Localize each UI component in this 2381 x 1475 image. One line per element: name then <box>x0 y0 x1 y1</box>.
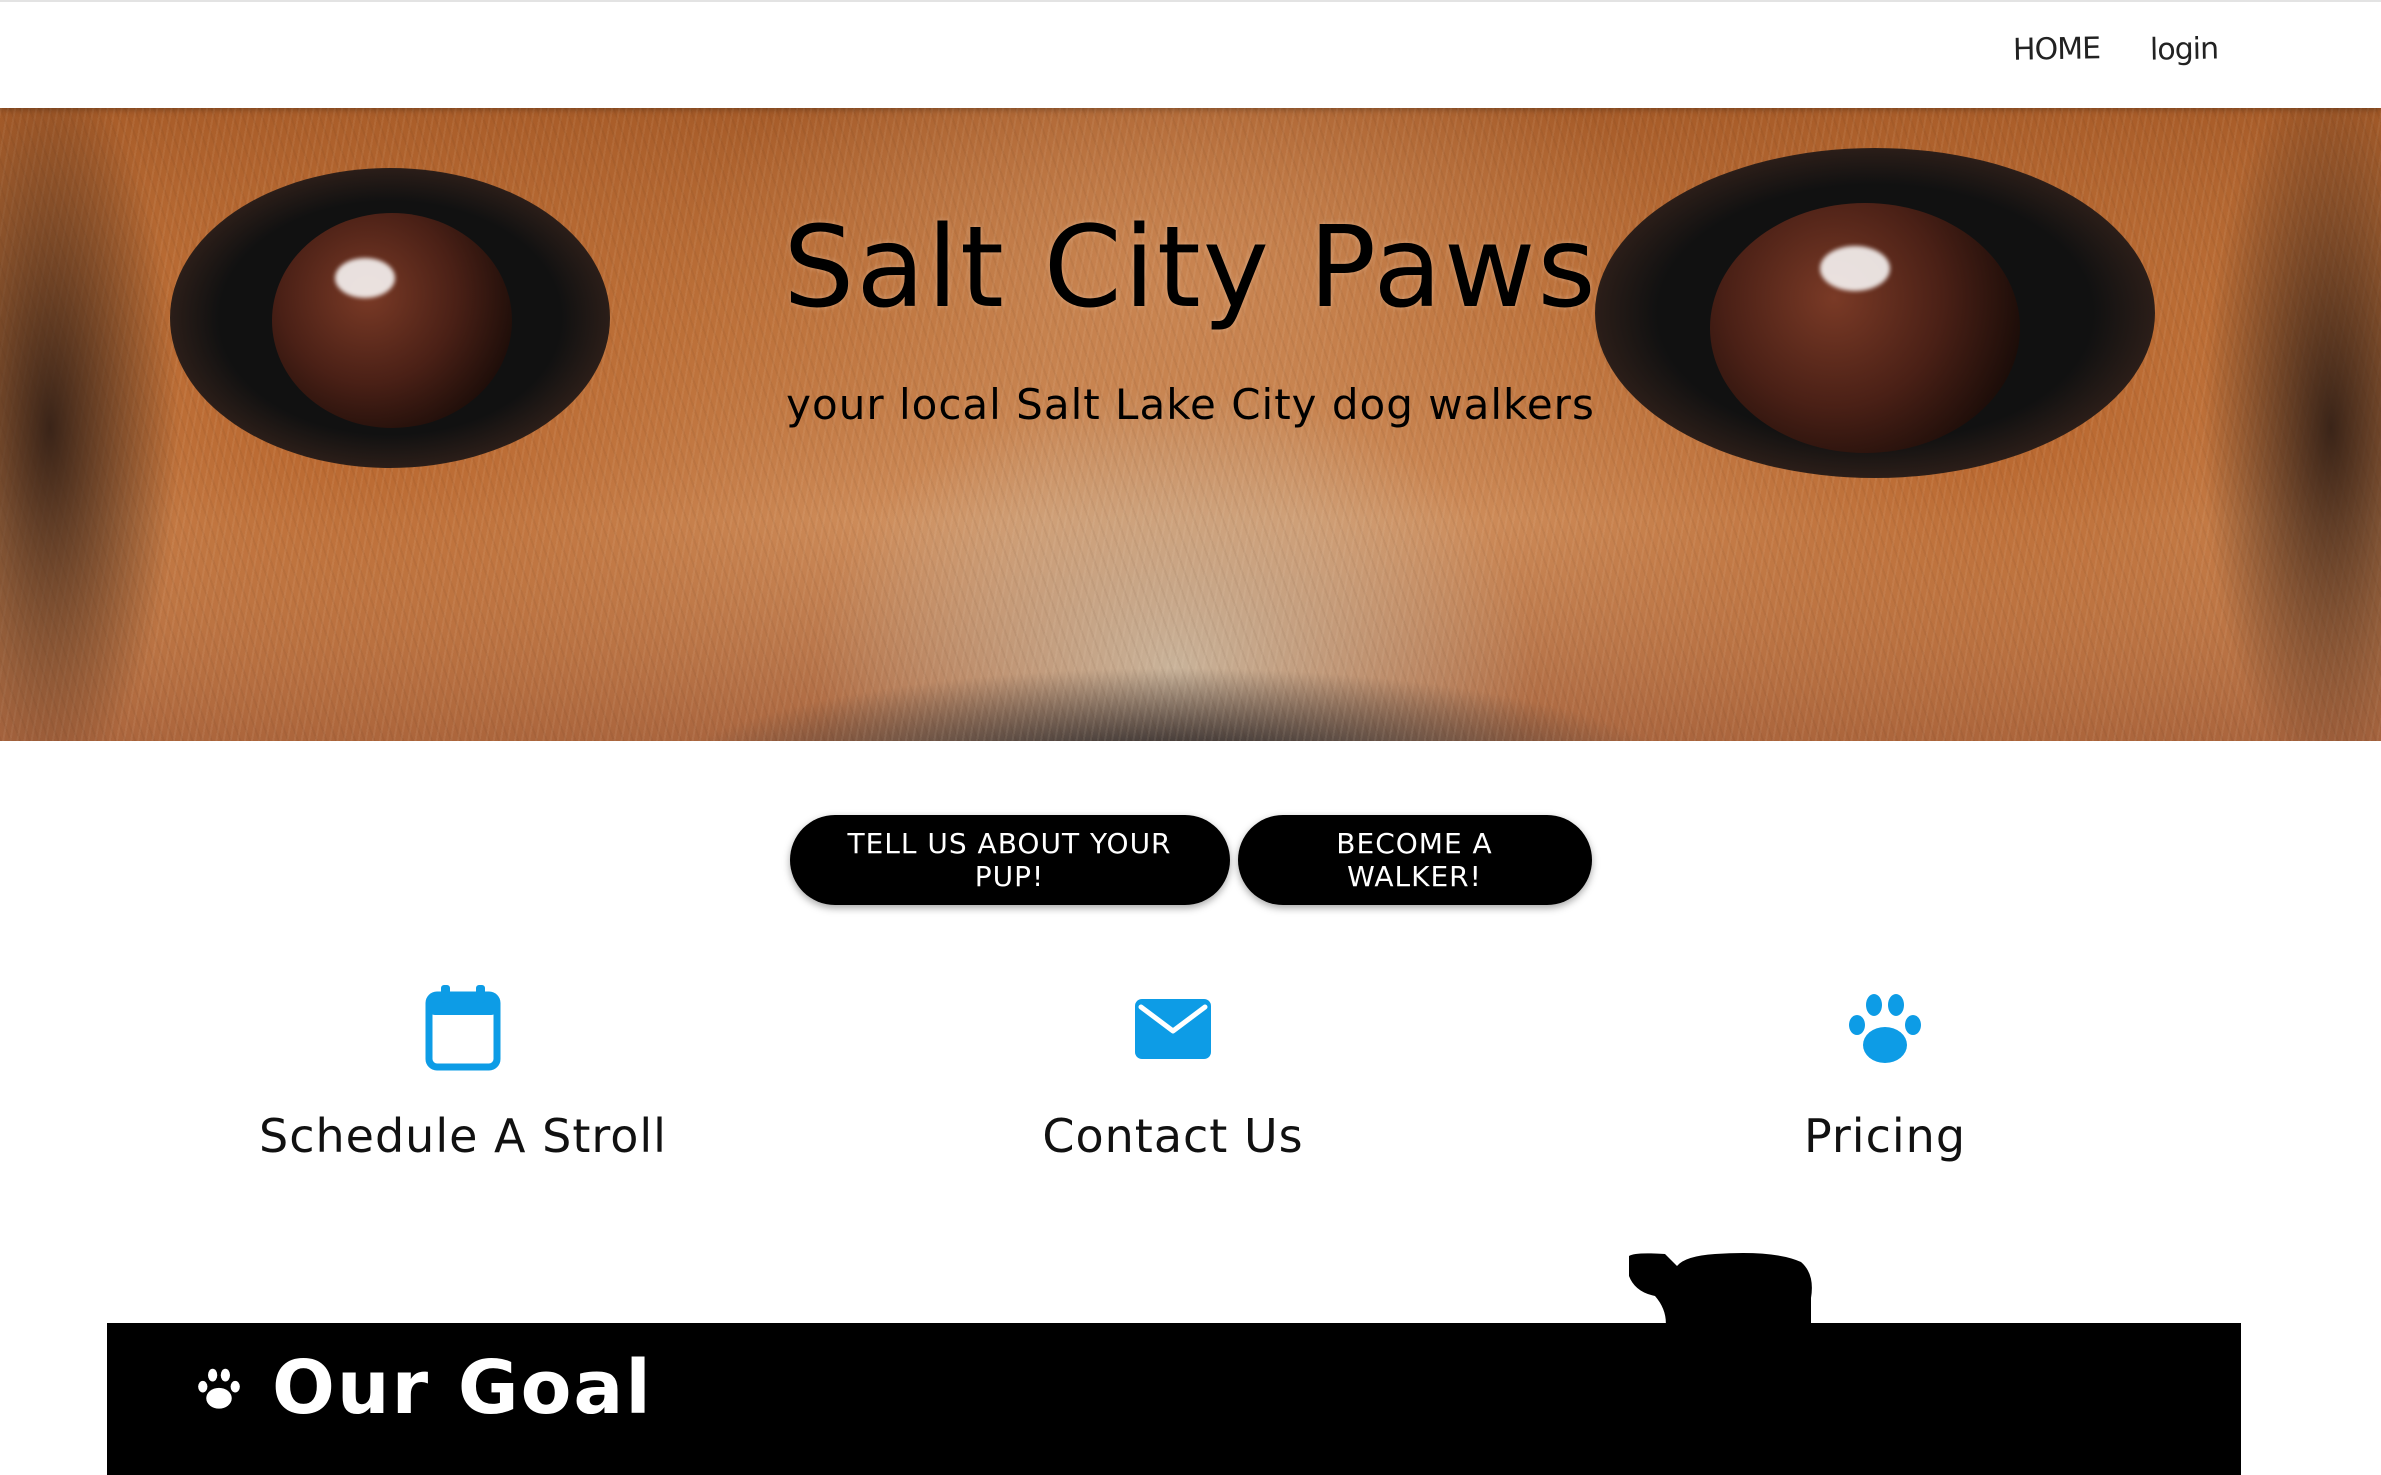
our-goal-section: Our Goal <box>107 1323 2241 1475</box>
feature-pricing-label[interactable]: Pricing <box>1585 1109 2185 1163</box>
nav-home-link[interactable]: HOME <box>2013 31 2101 68</box>
calendar-icon <box>425 985 501 1071</box>
envelope-icon <box>1135 999 1211 1059</box>
nav-links: HOME login <box>2013 31 2219 68</box>
tell-us-about-your-pup-button[interactable]: TELL US ABOUT YOUR PUP! <box>789 815 1230 905</box>
feature-schedule-label[interactable]: Schedule A Stroll <box>163 1109 763 1163</box>
our-goal-heading: Our Goal <box>272 1345 653 1431</box>
feature-schedule[interactable]: Schedule A Stroll <box>163 985 763 1163</box>
site-tagline: your local Salt Lake City dog walkers <box>786 380 1595 429</box>
feature-pricing[interactable]: Pricing <box>1585 985 2185 1163</box>
nav-login-link[interactable]: login <box>2150 31 2219 67</box>
feature-contact[interactable]: Contact Us <box>873 985 1473 1163</box>
decorative-dog-silhouette <box>1629 1253 1812 1332</box>
paw-icon <box>198 1368 240 1409</box>
hero-banner: Salt City Paws your local Salt Lake City… <box>0 108 2381 741</box>
site-title: Salt City Paws <box>783 203 1598 333</box>
become-a-walker-button[interactable]: BECOME A WALKER! <box>1237 815 1592 905</box>
feature-contact-label[interactable]: Contact Us <box>873 1109 1473 1163</box>
cta-button-row: TELL US ABOUT YOUR PUP! BECOME A WALKER! <box>0 815 2381 905</box>
top-navbar: HOME login <box>0 0 2381 108</box>
paw-icon <box>1849 994 1921 1063</box>
page: HOME login Salt City Paws your local Sal… <box>0 0 2381 1475</box>
